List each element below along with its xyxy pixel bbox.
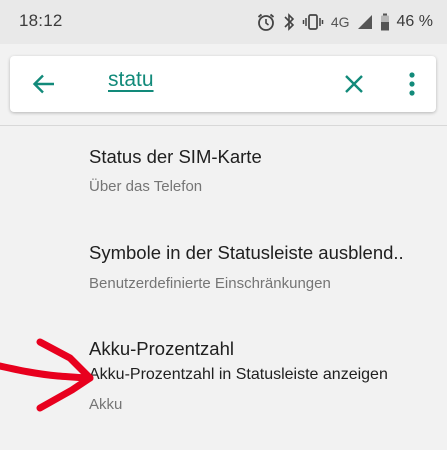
result-title: Status der SIM-Karte	[89, 146, 262, 167]
battery-percent: 46 %	[396, 13, 433, 30]
result-path: Über das Telefon	[89, 178, 203, 195]
search-result[interactable]: Status der SIM-Karte Über das Telefon	[0, 126, 447, 216]
result-title: Symbole in der Statusleiste ausblend..	[89, 242, 404, 263]
close-icon[interactable]	[340, 70, 368, 98]
status-time: 18:12	[19, 11, 63, 30]
search-bar	[10, 56, 436, 112]
search-result[interactable]: Akku-Prozentzahl Akku-Prozentzahl in Sta…	[0, 316, 447, 436]
status-icons: 4G 46 %	[256, 9, 433, 35]
search-input[interactable]	[108, 68, 328, 92]
result-summary: Akku-Prozentzahl in Statusleiste anzeige…	[89, 366, 388, 383]
vibrate-icon	[302, 14, 324, 30]
more-vert-icon[interactable]	[402, 70, 422, 98]
search-result[interactable]: Symbole in der Statusleiste ausblend.. B…	[0, 216, 447, 316]
signal-icon	[357, 15, 372, 29]
result-title: Akku-Prozentzahl	[89, 338, 234, 359]
bluetooth-icon	[284, 13, 294, 31]
status-bar: 18:12 4G 46 %	[0, 0, 447, 44]
network-type: 4G	[330, 14, 350, 30]
alarm-icon	[257, 13, 274, 31]
result-path: Benutzerdefinierte Einschränkungen	[89, 275, 331, 292]
arrow-left-icon[interactable]	[30, 70, 58, 98]
battery-icon	[380, 13, 389, 31]
result-path: Akku	[89, 396, 123, 413]
